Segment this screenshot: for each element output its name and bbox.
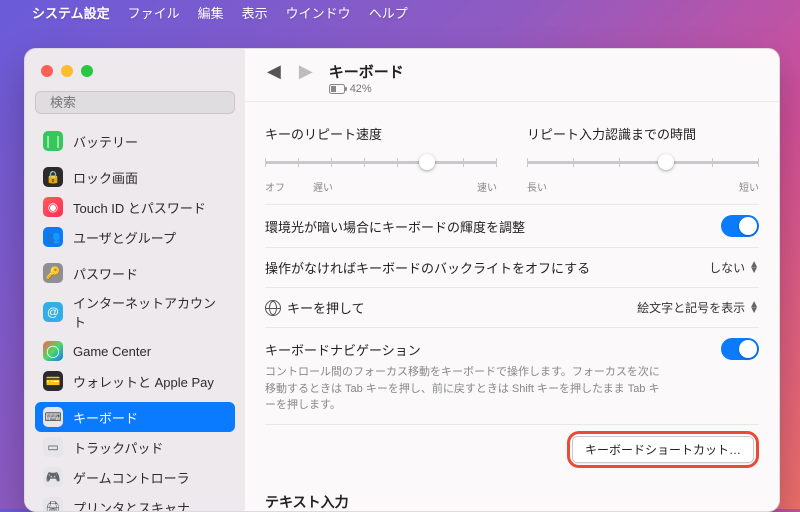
chevron-updown-icon: ▲▼ [749,302,759,314]
ambient-label: 環境光が暗い場合にキーボードの輝度を調整 [265,217,525,236]
users-icon: 👥 [43,227,63,247]
backlight-off-label: 操作がなければキーボードのバックライトをオフにする [265,258,590,277]
sidebar-item-label: トラックパッド [73,438,163,457]
highlight-ring: キーボードショートカット… [567,431,759,468]
fn-key-select[interactable]: 絵文字と記号を表示 ▲▼ [637,299,759,316]
sidebar-item-label: ゲームコントローラ [73,468,190,487]
key-repeat-slider-block: キーのリピート速度 オフ 遅い 速い [265,124,497,194]
delay-slider-block: リピート入力認識までの時間 長い 短い [527,124,759,194]
sidebar-item-game-controller[interactable]: 🎮 ゲームコントローラ [35,462,235,492]
kb-nav-label: キーボードナビゲーション [265,340,421,359]
scale-fast: 速い [477,179,497,194]
scale-slow: 遅い [313,179,333,194]
scale-off: オフ [265,179,285,194]
sidebar-item-label: パスワード [73,264,138,283]
sidebar: ❘❘ バッテリー 🔒 ロック画面 ◉ Touch ID とパスワード 👥 ユーザ… [25,49,245,511]
menu-edit[interactable]: 編集 [198,3,224,22]
printer-icon: 🖨 [43,497,63,512]
search-field[interactable] [35,91,235,114]
menu-view[interactable]: 表示 [242,3,268,22]
sidebar-item-lock[interactable]: 🔒 ロック画面 [35,162,235,192]
sidebar-item-keyboard[interactable]: ⌨ キーボード [35,402,235,432]
content: キーのリピート速度 オフ 遅い 速い リピート入力認識 [245,102,779,511]
sidebar-item-label: ユーザとグループ [73,228,176,247]
menu-help[interactable]: ヘルプ [369,3,408,22]
ambient-toggle[interactable] [721,215,759,237]
delay-slider[interactable] [527,153,759,173]
gamecenter-icon: ◯ [43,341,63,361]
main-pane: ◀ ▶ キーボード 42% キーのリピート速度 [245,49,779,511]
sidebar-item-label: キーボード [73,408,138,427]
key-repeat-slider[interactable] [265,153,497,173]
key-icon: 🔑 [43,263,63,283]
backlight-off-select[interactable]: しない ▲▼ [709,259,759,276]
window-controls [35,63,235,91]
search-input[interactable] [50,95,226,110]
backlight-off-value: しない [709,259,745,276]
row-ambient-light: 環境光が暗い場合にキーボードの輝度を調整 [265,205,759,248]
sidebar-item-passwords[interactable]: 🔑 パスワード [35,258,235,288]
row-fn-key: キーを押して 絵文字と記号を表示 ▲▼ [265,288,759,328]
back-button[interactable]: ◀ [265,61,283,82]
sidebar-item-label: Touch ID とパスワード [73,198,206,217]
lock-icon: 🔒 [43,167,63,187]
menubar: システム設定 ファイル 編集 表示 ウインドウ ヘルプ [0,0,800,24]
keyboard-icon: ⌨ [43,407,63,427]
sidebar-item-label: Game Center [73,344,151,359]
keyboard-shortcuts-button[interactable]: キーボードショートカット… [572,436,754,463]
row-kb-nav: キーボードナビゲーション コントロール間のフォーカス移動をキーボードで操作します… [265,328,759,425]
forward-button[interactable]: ▶ [297,61,315,82]
kb-nav-toggle[interactable] [721,338,759,360]
scale-long: 長い [527,179,547,194]
fn-key-label: キーを押して [287,298,365,317]
sidebar-item-gamecenter[interactable]: ◯ Game Center [35,336,235,366]
sidebar-item-printers[interactable]: 🖨 プリンタとスキャナ [35,492,235,512]
globe-icon [265,300,281,316]
sidebar-item-label: プリンタとスキャナ [73,498,190,512]
app-menu[interactable]: システム設定 [32,3,110,22]
sidebar-item-label: バッテリー [73,132,138,151]
sidebar-item-touchid[interactable]: ◉ Touch ID とパスワード [35,192,235,222]
sidebar-item-wallet[interactable]: 💳 ウォレットと Apple Pay [35,366,235,396]
battery-status: 42% [329,83,404,95]
trackpad-icon: ▭ [43,437,63,457]
sidebar-item-label: ロック画面 [73,168,138,187]
delay-label: リピート入力認識までの時間 [527,124,759,143]
at-icon: @ [43,302,63,322]
menu-window[interactable]: ウインドウ [286,3,351,22]
row-backlight-off: 操作がなければキーボードのバックライトをオフにする しない ▲▼ [265,248,759,288]
battery-icon: ❘❘ [43,131,63,151]
menu-file[interactable]: ファイル [128,3,180,22]
minimize-button[interactable] [61,65,73,77]
fingerprint-icon: ◉ [43,197,63,217]
settings-window: ❘❘ バッテリー 🔒 ロック画面 ◉ Touch ID とパスワード 👥 ユーザ… [24,48,780,512]
sidebar-item-internet-accounts[interactable]: @ インターネットアカウント [35,288,235,336]
text-input-heading: テキスト入力 [265,492,759,512]
gamepad-icon: 🎮 [43,467,63,487]
chevron-updown-icon: ▲▼ [749,262,759,274]
zoom-button[interactable] [81,65,93,77]
scale-short: 短い [739,179,759,194]
wallet-icon: 💳 [43,371,63,391]
battery-pct: 42% [350,83,372,95]
titlebar: ◀ ▶ キーボード 42% [245,49,779,102]
page-title: キーボード [329,61,404,82]
kb-nav-desc: コントロール間のフォーカス移動をキーボードで操作します。フォーカスを次に移動する… [265,364,665,414]
sidebar-item-battery[interactable]: ❘❘ バッテリー [35,126,235,156]
sidebar-item-label: ウォレットと Apple Pay [73,372,214,391]
close-button[interactable] [41,65,53,77]
sidebar-item-label: インターネットアカウント [73,293,227,331]
sidebar-item-users[interactable]: 👥 ユーザとグループ [35,222,235,252]
sidebar-item-trackpad[interactable]: ▭ トラックパッド [35,432,235,462]
battery-icon [329,84,347,94]
fn-key-value: 絵文字と記号を表示 [637,299,745,316]
key-repeat-label: キーのリピート速度 [265,124,497,143]
